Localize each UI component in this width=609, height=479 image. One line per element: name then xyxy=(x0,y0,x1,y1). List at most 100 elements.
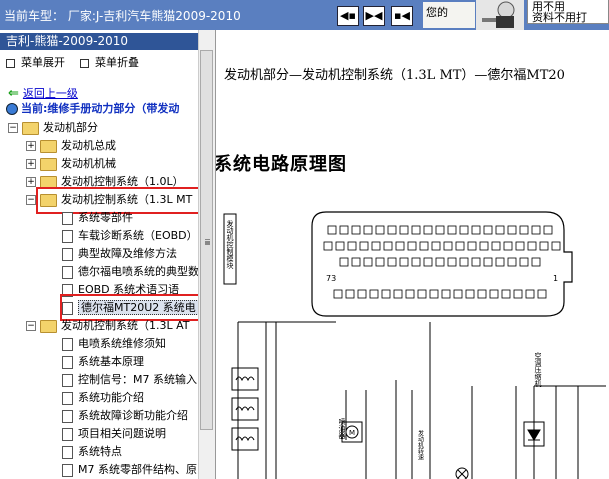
connector-pin xyxy=(351,225,361,235)
tree-item-system-features[interactable]: 系统特点 xyxy=(62,444,122,460)
connector-pin xyxy=(387,257,397,267)
tree-item-eobd[interactable]: 车载诊断系统（EOBD） xyxy=(62,228,198,244)
notice-box: 用不用 资料不用打 xyxy=(527,0,609,24)
tree-item-basic-principles[interactable]: 系统基本原理 xyxy=(62,354,144,370)
expand-toggle-icon[interactable]: + xyxy=(26,159,36,169)
tree-item-control-signals[interactable]: 控制信号：M7 系统输入 xyxy=(62,372,197,388)
current-location: 当前:维修手册动力部分（带发动 xyxy=(6,100,179,116)
connector-pin xyxy=(471,225,481,235)
tree-item-label: 系统功能介绍 xyxy=(78,391,144,404)
tree-item-delphi-typical-data[interactable]: 德尔福电喷系统的典型数 xyxy=(62,264,199,280)
tree-item-label: 系统故障诊断功能介绍 xyxy=(78,409,188,422)
document-icon xyxy=(62,409,73,423)
connector-pin xyxy=(333,289,343,299)
tree-item-label: 控制信号：M7 系统输入 xyxy=(78,373,197,386)
collapse-icon xyxy=(80,58,89,68)
connector-pin xyxy=(543,225,553,235)
connector-pin xyxy=(531,257,541,267)
connector-pin xyxy=(537,289,547,299)
tree-item-label: 发动机总成 xyxy=(61,139,116,152)
connector-pin xyxy=(411,225,421,235)
connector-pin xyxy=(539,241,549,251)
tree-item-engine-mechanical[interactable]: + 发动机机械 xyxy=(26,156,116,172)
location-icon xyxy=(6,103,18,115)
menu-expand-label: 菜单展开 xyxy=(21,56,65,69)
tree-item-system-parts[interactable]: 系统零部件 xyxy=(62,210,133,226)
menu-expand-button[interactable]: 菜单展开 xyxy=(6,54,65,70)
sidebar-scrollbar[interactable] xyxy=(198,30,215,479)
nav-prev-button[interactable]: ◀▪ xyxy=(337,6,359,26)
tree-item-label: 系统基本原理 xyxy=(78,355,144,368)
document-icon xyxy=(62,211,73,225)
tree-item-engine-assembly[interactable]: + 发动机总成 xyxy=(26,138,116,154)
menu-collapse-button[interactable]: 菜单折叠 xyxy=(80,54,139,70)
tree-item-m7-parts[interactable]: M7 系统零部件结构、原 xyxy=(62,462,197,478)
highlight-box-selected xyxy=(60,294,210,321)
connector-pin xyxy=(411,257,421,267)
sidebar-title: 吉利-熊猫-2009-2010 xyxy=(0,33,198,50)
connector-pin xyxy=(419,241,429,251)
connector-pin xyxy=(513,289,523,299)
connector-pin xyxy=(369,289,379,299)
document-icon xyxy=(62,445,73,459)
connector-pin xyxy=(525,289,535,299)
tree-item-efi-notes[interactable]: 电喷系统维修须知 xyxy=(62,336,166,352)
connector-pin xyxy=(503,241,513,251)
collapse-toggle-icon[interactable]: − xyxy=(8,123,18,133)
tree-item-related-issues[interactable]: 项目相关问题说明 xyxy=(62,426,166,442)
connector-pin xyxy=(527,241,537,251)
back-arrow-icon: ⇐ xyxy=(8,86,19,101)
folder-icon xyxy=(22,121,39,135)
connector-pin xyxy=(327,225,337,235)
connector-pin xyxy=(431,241,441,251)
connector-pin xyxy=(405,289,415,299)
back-link-label[interactable]: 返回上一级 xyxy=(23,87,78,100)
nav-sync-button[interactable]: ▶◀ xyxy=(363,6,385,26)
notice-line-2: 资料不用打 xyxy=(532,11,587,24)
expand-toggle-icon[interactable]: + xyxy=(26,141,36,151)
connector-pin xyxy=(507,257,517,267)
motor-symbol: M 喷油器 xyxy=(338,417,363,443)
collapse-toggle-icon[interactable]: − xyxy=(26,195,36,205)
connector-pin xyxy=(435,225,445,235)
svg-text:M: M xyxy=(349,429,355,437)
connector-pin xyxy=(339,225,349,235)
tree-item-fault-diagnosis[interactable]: 系统故障诊断功能介绍 xyxy=(62,408,188,424)
connector-pin xyxy=(423,225,433,235)
document-icon xyxy=(62,355,73,369)
connector-pin xyxy=(551,241,561,251)
tree-item-system-functions[interactable]: 系统功能介绍 xyxy=(62,390,144,406)
connector-pin xyxy=(429,289,439,299)
tree-item-typical-faults[interactable]: 典型故障及维修方法 xyxy=(62,246,177,262)
collapse-toggle-icon[interactable]: − xyxy=(26,321,36,331)
scrollbar-thumb[interactable] xyxy=(200,50,213,430)
connector-pin xyxy=(489,289,499,299)
tree-item-label: 德尔福电喷系统的典型数 xyxy=(78,265,199,278)
circuit-diagram: 发动机控制模块 73 1 M 喷油器 空调压缩机 发动机转速 xyxy=(223,211,606,479)
connector-pin xyxy=(483,257,493,267)
tree-item-engine[interactable]: − 发动机部分 xyxy=(8,120,98,136)
connector-pin xyxy=(467,241,477,251)
connector-pin xyxy=(447,257,457,267)
connector-pin xyxy=(519,225,529,235)
current-model-title: 当前车型： 厂家:J-吉利汽车熊猫2009-2010 xyxy=(4,9,241,23)
document-icon xyxy=(62,373,73,387)
connector-pin xyxy=(501,289,511,299)
scrollbar-grip-icon xyxy=(205,239,210,241)
tree-item-label: 发动机机械 xyxy=(61,157,116,170)
ecu-connector-outline xyxy=(311,211,573,317)
back-link[interactable]: ⇐ 返回上一级 xyxy=(8,85,78,101)
pin-label-1: 1 xyxy=(553,274,558,283)
expand-toggle-icon[interactable]: + xyxy=(26,177,36,187)
connector-pins xyxy=(323,225,561,299)
connector-pin xyxy=(459,225,469,235)
connector-pin xyxy=(435,257,445,267)
mascot-icon xyxy=(476,0,524,30)
connector-pin xyxy=(477,289,487,299)
ignition-coils xyxy=(231,367,259,451)
connector-pin xyxy=(357,289,367,299)
connector-pin xyxy=(371,241,381,251)
nav-next-button[interactable]: ▪◀ xyxy=(391,6,413,26)
tree-item-engine-control-1-3l-at[interactable]: − 发动机控制系统（1.3L AT xyxy=(26,318,190,334)
connector-pin xyxy=(395,241,405,251)
